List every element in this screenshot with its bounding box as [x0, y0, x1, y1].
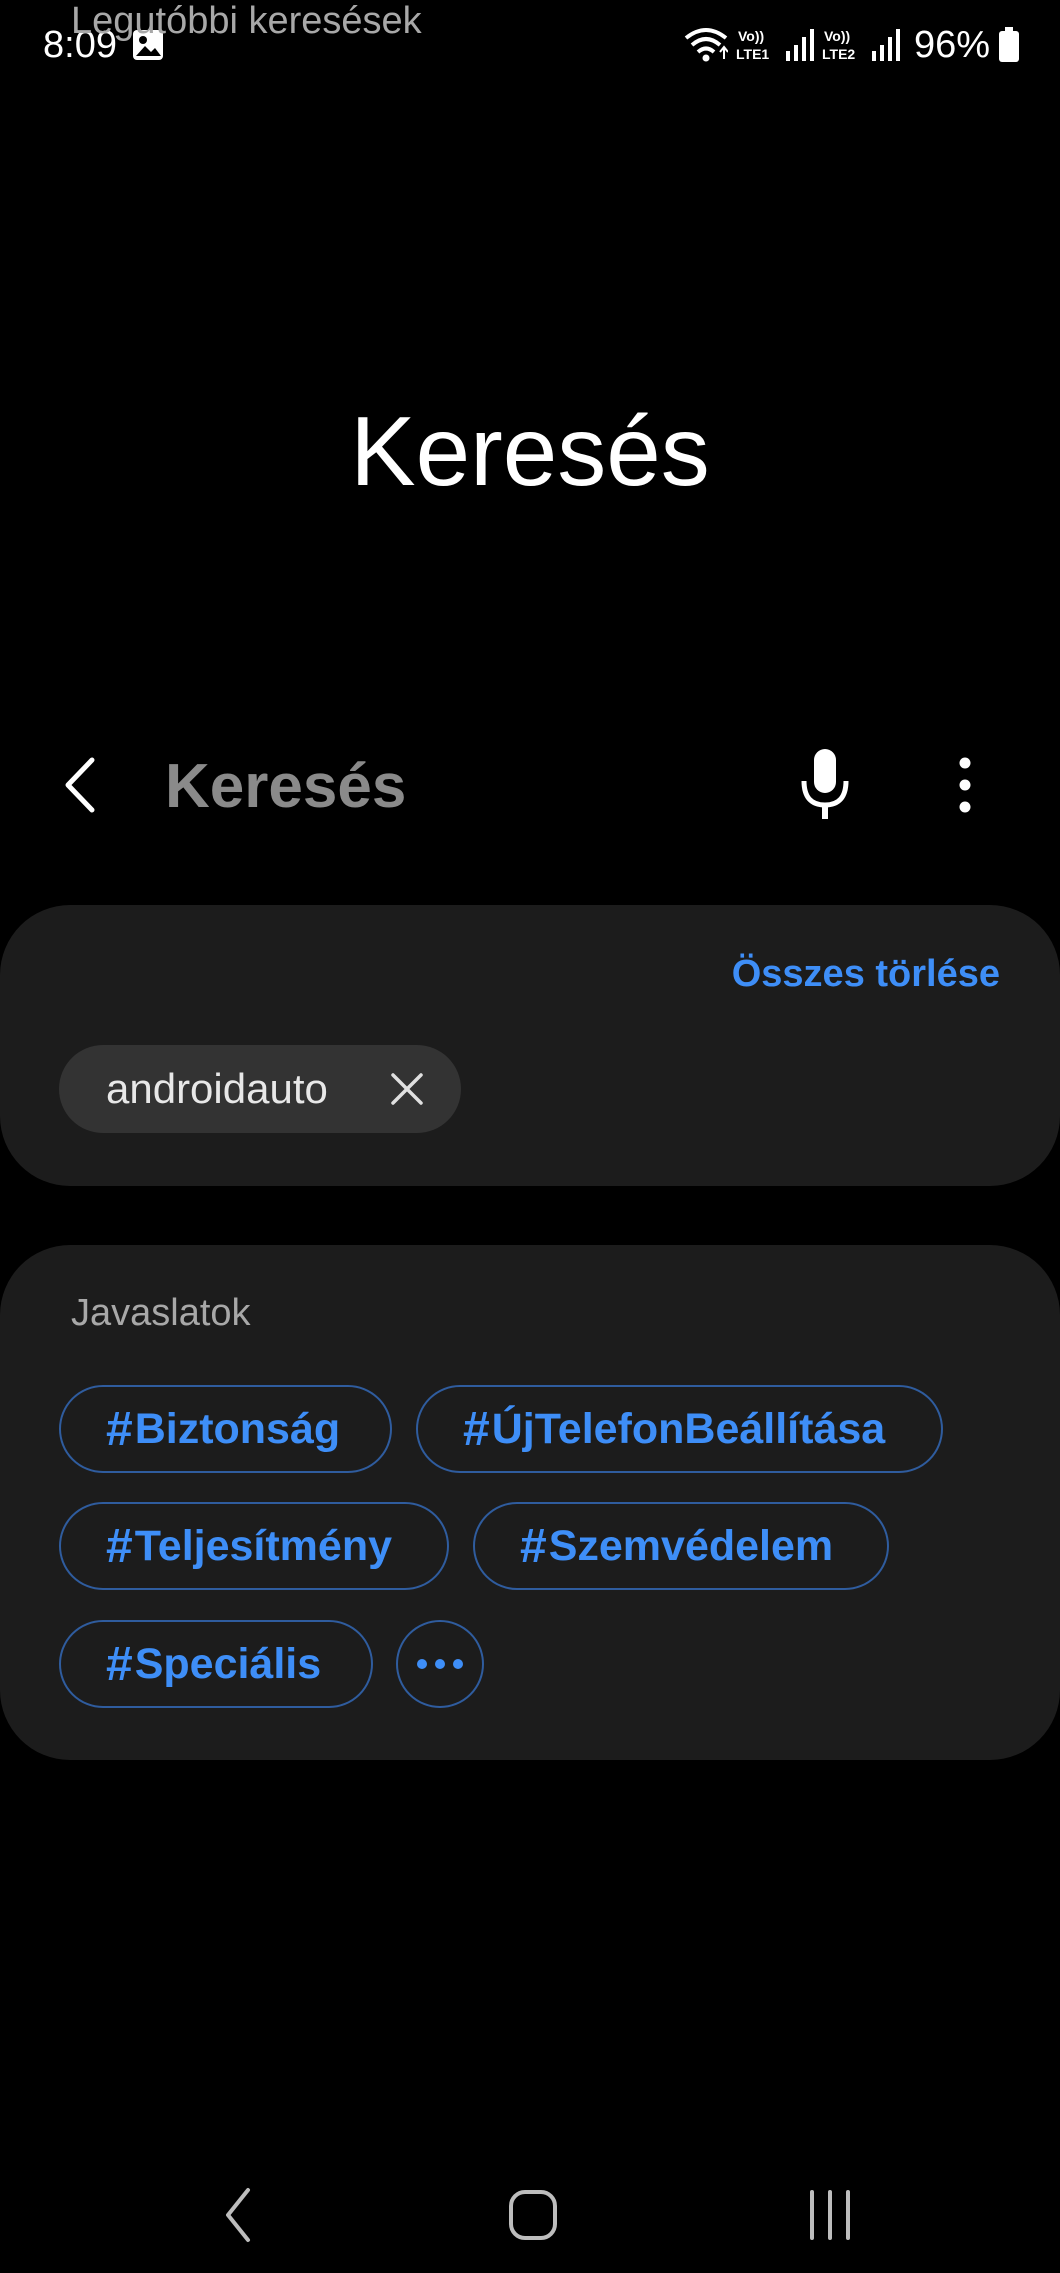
tag-teljesitmeny[interactable]: # Teljesítmény — [59, 1502, 449, 1590]
recent-search-label: androidauto — [106, 1065, 328, 1112]
clear-all-button[interactable]: Összes törlése — [732, 953, 1000, 996]
back-arrow-icon[interactable] — [50, 750, 120, 820]
tag-uj-telefon-beallitasa[interactable]: # ÚjTelefonBeállítása — [416, 1385, 943, 1473]
hash-icon: # — [106, 1402, 133, 1456]
nav-back-icon[interactable] — [200, 2180, 280, 2250]
battery-icon — [999, 27, 1019, 62]
settings-search-screen: 8:09 Vo)) LTE1 Vo)) LTE2 96% Keresés Ker… — [0, 0, 1060, 2273]
hash-icon: # — [106, 1519, 133, 1573]
signal-icon — [785, 29, 814, 61]
tag-label: Speciális — [134, 1639, 322, 1688]
hash-icon: # — [520, 1519, 547, 1573]
search-input[interactable] — [165, 748, 725, 824]
microphone-icon[interactable] — [790, 745, 860, 825]
tag-label: ÚjTelefonBeállítása — [491, 1404, 886, 1453]
dot — [435, 1659, 445, 1669]
tag-specialis[interactable]: # Speciális — [59, 1620, 373, 1708]
recent-search-chip[interactable]: androidauto — [59, 1045, 461, 1133]
nav-recents-icon[interactable] — [790, 2180, 870, 2250]
svg-text:Vo)): Vo)) — [824, 28, 850, 44]
status-icons: Vo)) LTE1 Vo)) LTE2 96% — [684, 22, 1020, 68]
tag-label: Biztonság — [134, 1404, 341, 1453]
svg-text:LTE2: LTE2 — [822, 46, 855, 62]
tag-biztonsag[interactable]: # Biztonság — [59, 1385, 392, 1473]
nav-home-icon[interactable] — [493, 2180, 573, 2250]
dot — [453, 1659, 463, 1669]
hash-icon: # — [106, 1637, 133, 1691]
wifi-icon — [684, 28, 728, 62]
svg-text:LTE1: LTE1 — [736, 46, 769, 62]
suggestions-heading: Javaslatok — [71, 1292, 251, 1334]
more-tags-button[interactable] — [396, 1620, 484, 1708]
page-title: Keresés — [350, 396, 710, 506]
close-icon[interactable] — [385, 1067, 429, 1111]
sim2-lte-icon: Vo)) LTE2 — [822, 28, 855, 62]
tag-label: Teljesítmény — [134, 1521, 393, 1570]
dot — [417, 1659, 427, 1669]
tag-label: Szemvédelem — [548, 1521, 834, 1570]
hash-icon: # — [463, 1402, 490, 1456]
tag-szemvedelem[interactable]: # Szemvédelem — [473, 1502, 889, 1590]
svg-text:Vo)): Vo)) — [738, 28, 764, 44]
search-bar — [0, 730, 1060, 840]
navigation-bar — [0, 2150, 1060, 2273]
battery-percent: 96% — [913, 23, 990, 66]
more-options-icon[interactable] — [930, 750, 1000, 820]
recent-searches-heading: Legutóbbi keresések — [71, 0, 422, 42]
signal-icon — [871, 29, 900, 61]
sim1-lte-icon: Vo)) LTE1 — [736, 28, 769, 62]
